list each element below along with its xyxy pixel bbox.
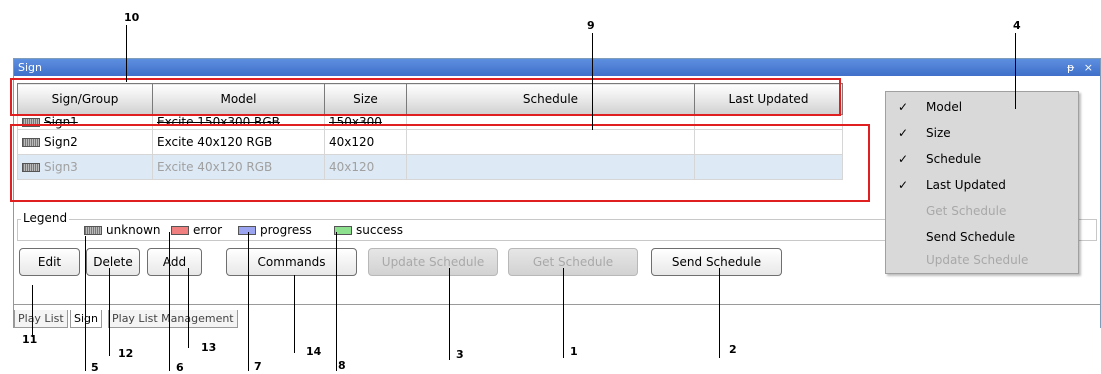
get-schedule-button[interactable]: Get Schedule — [508, 248, 638, 276]
close-icon[interactable]: × — [1084, 61, 1096, 74]
callout-8: 8 — [338, 359, 346, 372]
delete-button[interactable]: Delete — [86, 248, 140, 276]
error-swatch-icon — [171, 226, 189, 235]
tab-play-list[interactable]: Play List — [14, 310, 68, 328]
callout-13: 13 — [201, 341, 217, 354]
callout-line-8 — [336, 232, 337, 371]
menu-item-last-updated[interactable]: ✓ Last Updated — [886, 172, 1078, 198]
callout-2: 2 — [729, 343, 737, 356]
callout-line-7 — [248, 232, 249, 371]
callout-14: 14 — [306, 345, 322, 358]
callout-line-3 — [449, 268, 450, 360]
send-schedule-button[interactable]: Send Schedule — [651, 248, 782, 276]
window-titlebar: Sign ᵽ × — [14, 59, 1100, 76]
add-button[interactable]: Add — [147, 248, 202, 276]
tab-play-list-management[interactable]: Play List Management — [108, 310, 238, 328]
menu-item-label: Last Updated — [926, 178, 1006, 192]
menu-item-label: Model — [926, 100, 963, 114]
callout-line-13 — [188, 268, 189, 348]
callout-line-5 — [85, 236, 86, 371]
tab-sign[interactable]: Sign — [70, 310, 102, 328]
callout-line-11 — [32, 285, 33, 337]
callout-3: 3 — [456, 348, 464, 361]
legend-label: error — [193, 223, 223, 237]
pin-icon[interactable]: ᵽ — [1067, 61, 1077, 74]
menu-item-get-schedule[interactable]: Get Schedule — [886, 198, 1078, 224]
menu-item-model[interactable]: ✓ Model — [886, 94, 1078, 120]
callout-10: 10 — [124, 11, 140, 24]
titlebar-controls: ᵽ × — [1067, 59, 1096, 76]
callout-9: 9 — [587, 19, 595, 32]
check-icon: ✓ — [898, 126, 909, 140]
header-highlight-box — [10, 78, 841, 116]
legend-item-error: error — [171, 223, 222, 237]
legend-item-unknown: unknown — [84, 223, 161, 237]
tab-strip: Play List Sign Play List Management — [14, 304, 1100, 329]
menu-item-size[interactable]: ✓ Size — [886, 120, 1078, 146]
callout-line-9 — [592, 33, 593, 130]
check-icon: ✓ — [898, 100, 909, 114]
callout-line-4 — [1015, 33, 1016, 109]
callout-line-14 — [294, 275, 295, 353]
menu-item-label: Get Schedule — [926, 204, 1007, 218]
legend-label: progress — [260, 223, 312, 237]
legend-item-success: success — [334, 223, 403, 237]
menu-item-label: Size — [926, 126, 951, 140]
callout-line-12 — [109, 268, 110, 356]
update-schedule-button[interactable]: Update Schedule — [368, 248, 498, 276]
menu-item-update-schedule[interactable]: Update Schedule — [886, 247, 1078, 273]
check-icon: ✓ — [898, 152, 909, 166]
callout-5: 5 — [91, 361, 99, 374]
edit-button[interactable]: Edit — [19, 248, 80, 276]
callout-line-6 — [169, 232, 170, 371]
callout-line-10 — [126, 25, 127, 82]
legend-label: unknown — [106, 223, 161, 237]
callout-6: 6 — [176, 361, 184, 374]
callout-1: 1 — [570, 345, 578, 358]
unknown-swatch-icon — [84, 226, 102, 235]
callout-line-1 — [563, 268, 564, 358]
callout-12: 12 — [118, 347, 134, 360]
legend-title: Legend — [21, 211, 70, 225]
callout-11: 11 — [22, 333, 38, 346]
progress-swatch-icon — [238, 226, 256, 235]
legend-label: success — [356, 223, 403, 237]
callout-4: 4 — [1013, 19, 1021, 32]
menu-item-label: Schedule — [926, 152, 982, 166]
menu-item-label: Update Schedule — [926, 253, 1029, 267]
commands-button[interactable]: Commands — [226, 248, 357, 276]
menu-item-schedule[interactable]: ✓ Schedule — [886, 146, 1078, 172]
column-context-menu: ✓ Model ✓ Size ✓ Schedule ✓ Last Updated Get… — [885, 91, 1079, 274]
callout-7: 7 — [254, 360, 262, 373]
rows-highlight-box — [10, 124, 870, 202]
callout-line-2 — [719, 268, 720, 358]
legend-item-progress: progress — [238, 223, 312, 237]
window-title: Sign — [18, 61, 42, 74]
check-icon: ✓ — [898, 178, 909, 192]
